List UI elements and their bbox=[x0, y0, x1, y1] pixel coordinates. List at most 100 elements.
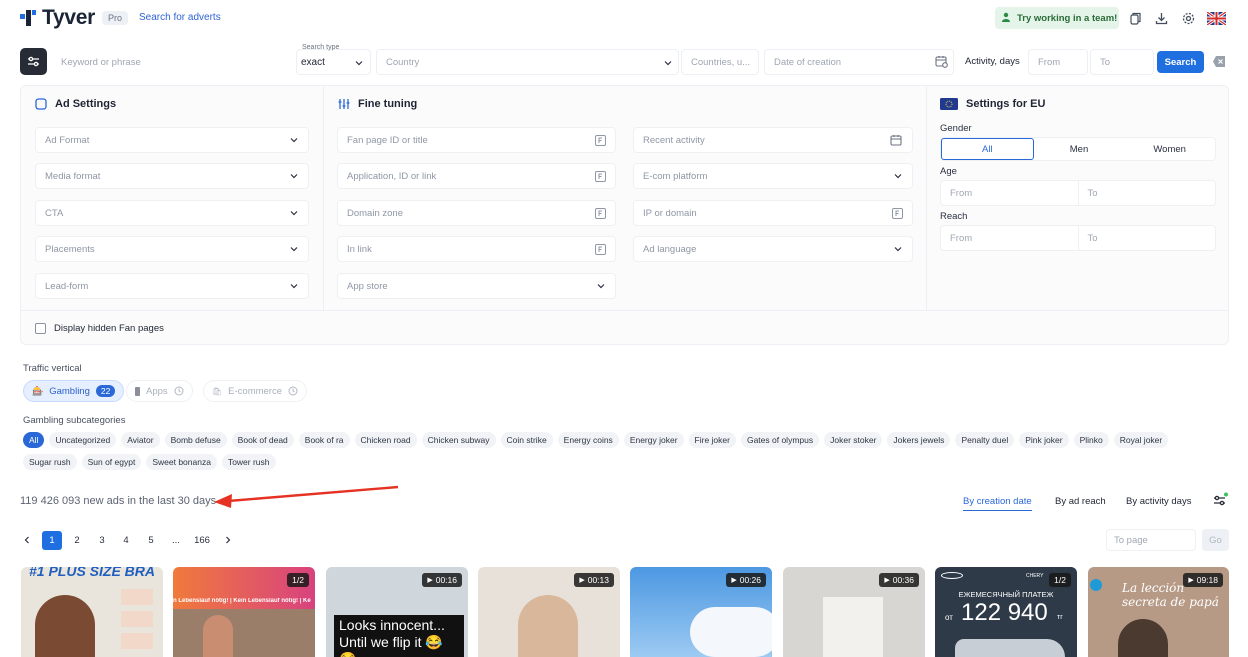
country-select[interactable]: Country bbox=[376, 49, 679, 75]
page-2[interactable]: 2 bbox=[67, 531, 87, 550]
page-4[interactable]: 4 bbox=[116, 531, 136, 550]
age-to-input[interactable]: To bbox=[1077, 181, 1216, 205]
ad-card[interactable]: 1/2 n Lebenslauf nötig! | Kein Lebenslau… bbox=[173, 567, 315, 657]
chevron-down-icon bbox=[597, 284, 605, 289]
activity-from-input[interactable]: From bbox=[1028, 49, 1088, 75]
ad-card[interactable]: 1/2 CHERY ЕЖЕМЕСЯЧНЫЙ ПЛАТЕЖ от 122 940 … bbox=[935, 567, 1077, 657]
sort-settings-icon[interactable] bbox=[1212, 492, 1228, 508]
next-page-icon[interactable] bbox=[223, 535, 233, 545]
subcategory-chip[interactable]: Bomb defuse bbox=[164, 432, 227, 448]
ad-card-text: Looks innocent... Until we flip it 😂😂 bbox=[334, 615, 464, 657]
age-from-input[interactable]: From bbox=[941, 181, 1078, 205]
team-button-label: Try working in a team! bbox=[1017, 12, 1118, 24]
download-icon[interactable] bbox=[1153, 10, 1169, 26]
subcategory-chip[interactable]: Sugar rush bbox=[23, 454, 77, 470]
subcategory-chip[interactable]: Sun of egypt bbox=[81, 454, 142, 470]
subcategory-chip[interactable]: Chicken subway bbox=[421, 432, 496, 448]
subcategory-chip[interactable]: Plinko bbox=[1073, 432, 1109, 448]
subcategory-chip[interactable]: Fire joker bbox=[688, 432, 736, 448]
copy-icon[interactable] bbox=[1127, 10, 1143, 26]
subcategory-chip[interactable]: All bbox=[23, 432, 45, 448]
ecom-platform-select[interactable]: E-com platform bbox=[633, 163, 913, 189]
subcategory-chip[interactable]: Book of dead bbox=[231, 432, 294, 448]
subcategory-chip[interactable]: Penalty duel bbox=[955, 432, 1015, 448]
ad-language-select[interactable]: Ad language bbox=[633, 236, 913, 262]
calendar-icon[interactable] bbox=[935, 55, 948, 68]
ad-card[interactable]: ▶ 00:26 bbox=[630, 567, 772, 657]
go-button[interactable]: Go bbox=[1202, 529, 1229, 551]
ad-card[interactable]: #1 PLUS SIZE BRA bbox=[21, 567, 163, 657]
eu-flag-icon bbox=[940, 98, 958, 110]
media-format-select[interactable]: Media format bbox=[35, 163, 309, 189]
sort-by-activity-days[interactable]: By activity days bbox=[1126, 496, 1191, 507]
subcategory-chip[interactable]: Tower rush bbox=[221, 454, 276, 470]
gender-all[interactable]: All bbox=[941, 138, 1034, 160]
subcategory-chip[interactable]: Sweet bonanza bbox=[146, 454, 217, 470]
page-5[interactable]: 5 bbox=[141, 531, 161, 550]
ip-domain-input[interactable]: IP or domain bbox=[633, 200, 913, 226]
to-page-input[interactable]: To page bbox=[1106, 529, 1196, 551]
countries-input[interactable]: Countries, u... bbox=[681, 49, 759, 75]
ad-card[interactable]: ▶ 00:36 bbox=[783, 567, 925, 657]
lead-form-select[interactable]: Lead-form bbox=[35, 273, 309, 299]
keyword-input[interactable]: Keyword or phrase bbox=[52, 49, 292, 75]
ad-card[interactable]: ▶ 09:18 La lección secreta de papá bbox=[1088, 567, 1229, 657]
page-1[interactable]: 1 bbox=[42, 531, 62, 550]
ad-card[interactable]: ▶ 00:13 bbox=[478, 567, 620, 657]
vertical-gambling[interactable]: 🎰 Gambling 22 bbox=[23, 380, 125, 402]
hidden-fanpages-row[interactable]: Display hidden Fan pages bbox=[20, 310, 1229, 345]
page-166[interactable]: 166 bbox=[190, 531, 214, 550]
search-button[interactable]: Search bbox=[1157, 51, 1204, 73]
sort-by-ad-reach[interactable]: By ad reach bbox=[1055, 496, 1106, 507]
reach-to-input[interactable]: To bbox=[1077, 226, 1216, 250]
cta-select[interactable]: CTA bbox=[35, 200, 309, 226]
in-link-input[interactable]: In link bbox=[337, 236, 616, 262]
subcategory-chip[interactable]: Jokers jewels bbox=[887, 432, 951, 448]
chevron-down-icon bbox=[664, 61, 672, 66]
subcategory-chip[interactable]: Aviator bbox=[121, 432, 160, 448]
ad-thumbnail bbox=[203, 615, 233, 657]
reach-from-input[interactable]: From bbox=[941, 226, 1078, 250]
date-of-creation-input[interactable]: Date of creation bbox=[764, 49, 954, 75]
subcategory-chip[interactable]: Joker stoker bbox=[824, 432, 883, 448]
subcategory-chip[interactable]: Royal joker bbox=[1113, 432, 1169, 448]
domain-zone-input[interactable]: Domain zone bbox=[337, 200, 616, 226]
brand-name[interactable]: Tyver bbox=[42, 6, 95, 30]
clock-icon bbox=[174, 386, 184, 396]
app-store-select[interactable]: App store bbox=[337, 273, 616, 299]
filters-toggle-button[interactable] bbox=[20, 48, 47, 75]
application-input[interactable]: Application, ID or link bbox=[337, 163, 616, 189]
placements-select[interactable]: Placements bbox=[35, 236, 309, 262]
hidden-fanpages-checkbox[interactable] bbox=[35, 322, 46, 334]
prev-page-icon[interactable] bbox=[22, 535, 32, 545]
recent-activity-input[interactable]: Recent activity bbox=[633, 127, 913, 153]
vertical-apps[interactable]: Apps bbox=[126, 380, 193, 402]
clear-icon[interactable] bbox=[1213, 56, 1225, 67]
subcategory-chip[interactable]: Energy coins bbox=[557, 432, 619, 448]
subcategory-chip[interactable]: Energy joker bbox=[623, 432, 684, 448]
ad-format-select[interactable]: Ad Format bbox=[35, 127, 309, 153]
subcategory-chip[interactable]: Pink joker bbox=[1019, 432, 1069, 448]
subcategory-chip[interactable]: Uncategorized bbox=[49, 432, 117, 448]
subcategory-chip[interactable]: Coin strike bbox=[500, 432, 553, 448]
gender-women[interactable]: Women bbox=[1124, 138, 1215, 160]
ad-card[interactable]: ▶ 00:16 Looks innocent... Until we flip i… bbox=[326, 567, 468, 657]
vertical-ecommerce[interactable]: 🛍 E-commerce bbox=[203, 380, 307, 402]
fan-page-input[interactable]: Fan page ID or title bbox=[337, 127, 616, 153]
subcategory-chip[interactable]: Gates of olympus bbox=[740, 432, 820, 448]
page-3[interactable]: 3 bbox=[92, 531, 112, 550]
gear-icon[interactable] bbox=[1180, 10, 1196, 26]
new-ads-count: 119 426 093 new ads in the last 30 days bbox=[20, 495, 217, 507]
ad-thumbnail bbox=[35, 595, 95, 657]
gender-men[interactable]: Men bbox=[1034, 138, 1125, 160]
f-icon bbox=[595, 134, 606, 146]
subcategory-chip[interactable]: Book of ra bbox=[298, 432, 350, 448]
uk-flag-icon[interactable] bbox=[1207, 10, 1226, 26]
ad-thumbnail bbox=[173, 609, 315, 657]
sort-by-creation-date[interactable]: By creation date bbox=[963, 496, 1032, 511]
subcategory-chip[interactable]: Chicken road bbox=[354, 432, 417, 448]
activity-to-input[interactable]: To bbox=[1090, 49, 1154, 75]
f-icon bbox=[595, 170, 606, 182]
team-button[interactable]: Try working in a team! bbox=[995, 7, 1119, 29]
search-adverts-link[interactable]: Search for adverts bbox=[139, 12, 221, 23]
